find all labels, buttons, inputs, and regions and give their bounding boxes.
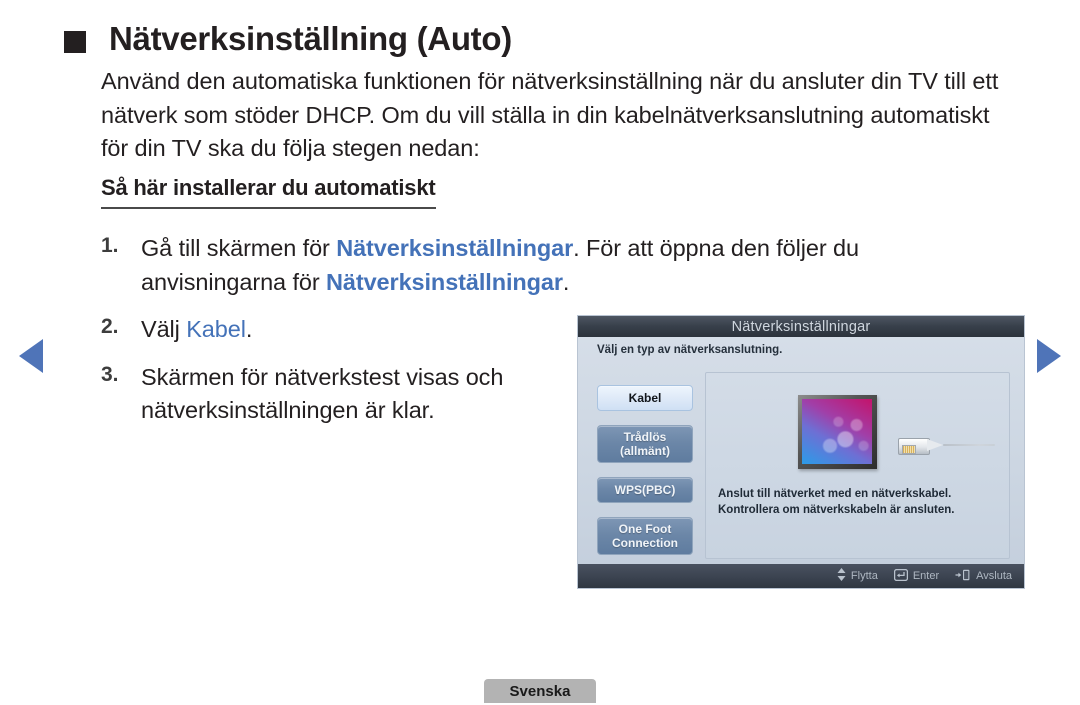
osd-hint-move[interactable]: Flytta bbox=[837, 568, 878, 584]
osd-menu-item-one-foot-connection[interactable]: One Foot Connection bbox=[597, 517, 693, 555]
section-subheading: Så här installerar du automatiskt bbox=[101, 175, 436, 209]
list-item: 1. Gå till skärmen för Nätverksinställni… bbox=[101, 232, 1001, 299]
network-illustration bbox=[798, 395, 998, 473]
language-badge: Svenska bbox=[484, 679, 596, 703]
plug-pins bbox=[902, 445, 916, 454]
plug-boot bbox=[927, 439, 943, 451]
step-text: Skärmen för nätverkstest visas och nätve… bbox=[141, 363, 504, 424]
osd-hint-enter-label: Enter bbox=[912, 570, 940, 582]
step-text: Gå till skärmen för Nätverksinställninga… bbox=[141, 235, 859, 295]
osd-menu-item-kabel[interactable]: Kabel bbox=[597, 385, 693, 411]
osd-body: Kabel Trådlös (allmänt) WPS(PBC) One Foot… bbox=[578, 364, 1024, 564]
tv-screen-icon bbox=[798, 395, 877, 469]
osd-hint-exit[interactable]: Avsluta bbox=[955, 569, 1012, 584]
osd-connection-type-menu: Kabel Trådlös (allmänt) WPS(PBC) One Foot… bbox=[597, 385, 693, 569]
enter-key-icon bbox=[893, 568, 908, 584]
page-title: Nätverksinställning (Auto) bbox=[109, 20, 512, 57]
osd-hint-enter[interactable]: Enter bbox=[893, 568, 940, 584]
osd-menu-item-tradlos[interactable]: Trådlös (allmänt) bbox=[597, 425, 693, 463]
osd-footer-hints: Flytta Enter Avsluta bbox=[578, 564, 1024, 588]
osd-menu-item-wps-pbc[interactable]: WPS(PBC) bbox=[597, 477, 693, 503]
osd-title-bar: Nätverksinställningar bbox=[578, 316, 1024, 337]
exit-icon bbox=[955, 569, 971, 584]
osd-content-panel: Anslut till nätverket med en nätverkskab… bbox=[705, 372, 1010, 559]
square-bullet-icon bbox=[64, 31, 86, 53]
osd-description-line-1: Anslut till nätverket med en nätverkskab… bbox=[718, 488, 952, 500]
plug-body bbox=[898, 438, 930, 455]
osd-description: Anslut till nätverket med en nätverkskab… bbox=[718, 487, 954, 518]
step-number: 1. bbox=[101, 234, 119, 257]
intro-paragraph: Använd den automatiska funktionen för nä… bbox=[101, 68, 999, 161]
osd-hint-exit-label: Avsluta bbox=[976, 570, 1012, 582]
osd-subtitle: Välj en typ av nätverksanslutning. bbox=[597, 344, 783, 356]
previous-page-arrow-icon[interactable] bbox=[19, 339, 43, 373]
osd-description-line-2: Kontrollera om nätverkskabeln är anslute… bbox=[718, 503, 955, 516]
up-down-arrow-icon bbox=[837, 568, 846, 584]
step-text: Välj Kabel. bbox=[141, 316, 253, 342]
tv-screen-image bbox=[802, 399, 872, 464]
tv-osd-screenshot: Nätverksinställningar Välj en typ av nät… bbox=[578, 316, 1024, 588]
osd-title: Nätverksinställningar bbox=[731, 318, 871, 335]
lan-cable-plug-icon bbox=[898, 435, 998, 457]
next-page-arrow-icon[interactable] bbox=[1037, 339, 1061, 373]
page-header: Nätverksinställning (Auto) bbox=[64, 20, 512, 59]
plug-cable bbox=[943, 444, 995, 446]
step-number: 2. bbox=[101, 315, 119, 338]
osd-hint-move-label: Flytta bbox=[850, 570, 878, 582]
step-number: 3. bbox=[101, 362, 119, 386]
